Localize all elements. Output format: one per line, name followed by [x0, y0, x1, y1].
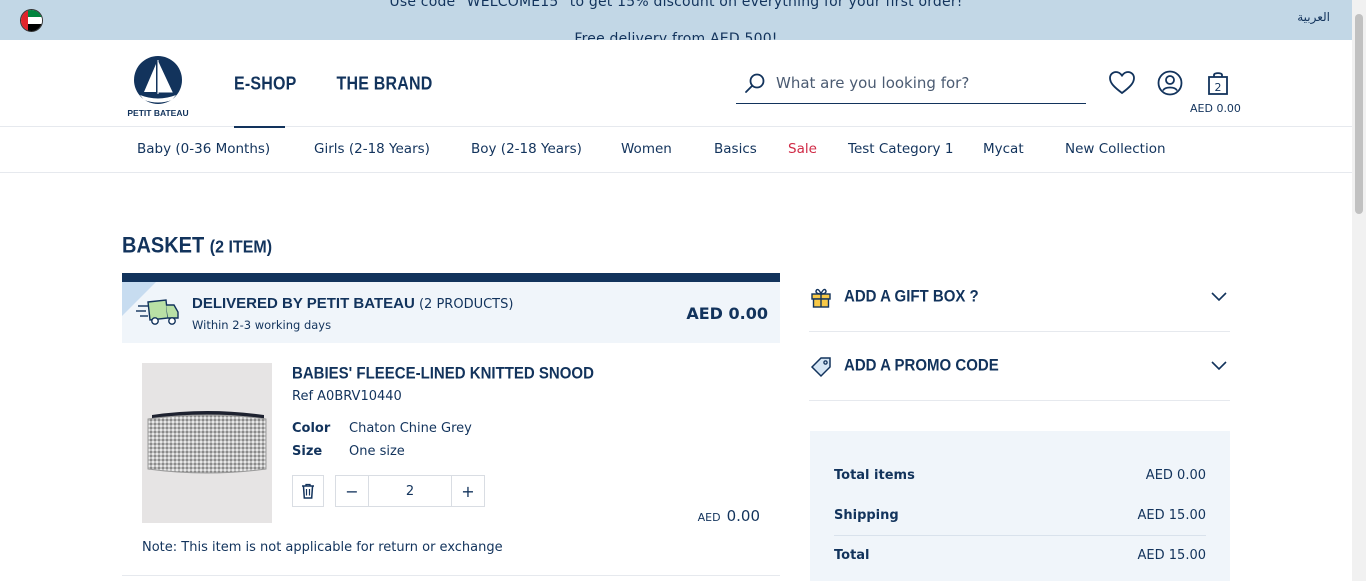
remove-item-button[interactable]: [292, 475, 324, 507]
summary-total: Total AED 15.00: [834, 535, 1206, 575]
page-scrollbar[interactable]: [1352, 0, 1366, 581]
category-women[interactable]: Women: [621, 141, 672, 157]
return-note: Note: This item is not applicable for re…: [142, 540, 503, 555]
total-items-value: AED 0.00: [1145, 467, 1206, 483]
basket-title-text: BASKET: [122, 234, 205, 259]
snood-illustration: [147, 411, 267, 474]
promo-code-accordion[interactable]: ADD A PROMO CODE: [809, 332, 1230, 401]
logo-text: PETIT BATEAU: [127, 108, 188, 118]
product-name[interactable]: BABIES' FLEECE-LINED KNITTED SNOOD: [292, 364, 594, 383]
category-new-collection[interactable]: New Collection: [1065, 141, 1166, 157]
product-ref: Ref A0BRV10440: [292, 389, 402, 404]
basket-title: BASKET (2 ITEM): [122, 234, 272, 259]
shipping-label: Shipping: [834, 507, 899, 523]
nav-the-brand[interactable]: THE BRAND: [337, 75, 433, 96]
category-sale[interactable]: Sale: [788, 141, 817, 157]
category-girls[interactable]: Girls (2-18 Years): [314, 141, 430, 157]
promo-code-label: ADD A PROMO CODE: [844, 356, 999, 375]
gift-box-accordion[interactable]: ADD A GIFT BOX ?: [809, 263, 1230, 332]
product-price-amount: 0.00: [726, 507, 760, 525]
delivery-truck-icon: [136, 299, 179, 325]
promo-delivery-message: Free delivery from AED 500!: [574, 31, 778, 40]
size-label: Size: [292, 444, 323, 459]
product-image[interactable]: [142, 363, 272, 523]
promo-bar: Use code "WELCOME15" to get 15% discount…: [0, 0, 1352, 40]
basket-item-count: (2 ITEM): [209, 238, 273, 258]
search-icon[interactable]: [744, 72, 766, 94]
wishlist-heart-icon[interactable]: [1108, 69, 1136, 97]
product-price: AED 0.00: [698, 506, 760, 525]
delivery-group-price: AED 0.00: [686, 304, 768, 323]
summary-total-items: Total items AED 0.00: [834, 455, 1206, 495]
nav-eshop[interactable]: E-SHOP: [234, 75, 297, 96]
quantity-value[interactable]: 2: [368, 476, 452, 506]
delivery-time: Within 2-3 working days: [192, 318, 332, 332]
total-items-label: Total items: [834, 467, 915, 483]
color-label: Color: [292, 421, 331, 436]
petit-bateau-logo[interactable]: PETIT BATEAU: [120, 48, 196, 120]
category-mycat[interactable]: Mycat: [983, 141, 1024, 157]
category-boy[interactable]: Boy (2-18 Years): [471, 141, 582, 157]
delivery-title: DELIVERED BY PETIT BATEAU (2 PRODUCTS): [192, 295, 513, 312]
search-input[interactable]: [776, 72, 1076, 94]
quantity-increase-button[interactable]: +: [452, 476, 484, 506]
scrollbar-thumb[interactable]: [1355, 14, 1363, 214]
category-baby[interactable]: Baby (0-36 Months): [137, 141, 270, 157]
cart-total: AED 0.00: [1190, 102, 1241, 115]
cart-bag-icon[interactable]: 2: [1204, 69, 1232, 97]
delivery-group-header: DELIVERED BY PETIT BATEAU (2 PRODUCTS) W…: [122, 273, 780, 343]
total-label: Total: [834, 548, 870, 563]
gift-icon: [811, 288, 831, 308]
category-nav: Baby (0-36 Months) Girls (2-18 Years) Bo…: [0, 127, 1352, 173]
chevron-down-icon: [1211, 292, 1227, 302]
cart-count: 2: [1215, 81, 1222, 94]
uae-flag-icon[interactable]: [20, 9, 43, 32]
category-basics[interactable]: Basics: [714, 141, 757, 157]
shipping-value: AED 15.00: [1137, 507, 1206, 523]
search-bar: [736, 62, 1086, 104]
item-divider: [122, 575, 780, 576]
account-icon[interactable]: [1156, 69, 1184, 97]
site-header: PETIT BATEAU E-SHOP THE BRAND 2 AE: [0, 40, 1352, 128]
category-test-category-1[interactable]: Test Category 1: [848, 141, 953, 157]
promo-message: Use code "WELCOME15" to get 15% discount…: [389, 0, 963, 10]
trash-icon: [302, 483, 314, 499]
product-price-currency: AED: [697, 511, 721, 524]
main-nav: E-SHOP THE BRAND: [234, 75, 433, 96]
delivery-product-count: (2 PRODUCTS): [418, 297, 514, 312]
quantity-stepper: − 2 +: [335, 475, 485, 507]
price-tag-icon: [810, 357, 831, 378]
order-summary: Total items AED 0.00 Shipping AED 15.00 …: [810, 431, 1230, 581]
size-value: One size: [349, 444, 405, 459]
page: Use code "WELCOME15" to get 15% discount…: [0, 0, 1366, 581]
chevron-down-icon: [1211, 361, 1227, 371]
color-value: Chaton Chine Grey: [349, 421, 472, 436]
gift-box-label: ADD A GIFT BOX ?: [844, 287, 979, 306]
delivery-title-text: DELIVERED BY PETIT BATEAU: [192, 295, 415, 312]
summary-shipping: Shipping AED 15.00: [834, 495, 1206, 535]
language-switch[interactable]: العربية: [1297, 10, 1330, 24]
total-value: AED 15.00: [1137, 548, 1206, 563]
quantity-decrease-button[interactable]: −: [336, 476, 368, 506]
